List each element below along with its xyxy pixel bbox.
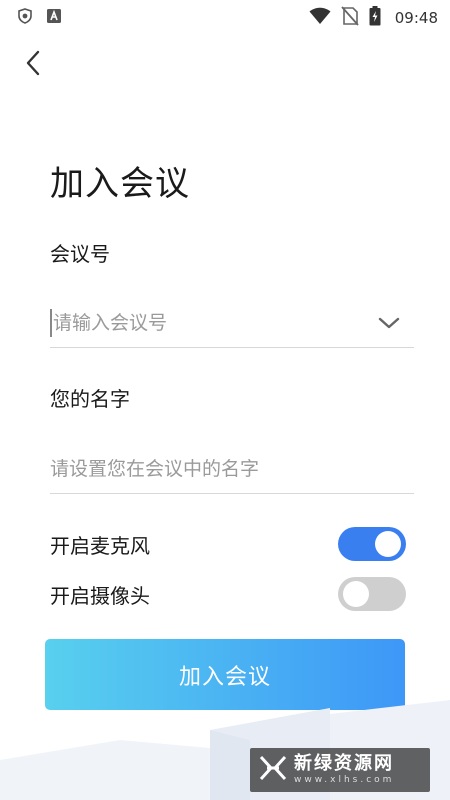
page-title: 加入会议	[50, 164, 190, 204]
wifi-icon	[309, 7, 331, 29]
battery-charging-icon	[369, 6, 381, 30]
meeting-id-label: 会议号	[50, 242, 110, 266]
camera-toggle[interactable]	[338, 577, 406, 611]
microphone-toggle[interactable]	[338, 527, 406, 561]
app-a-icon	[46, 8, 62, 28]
name-label: 您的名字	[50, 387, 130, 411]
microphone-label: 开启麦克风	[50, 533, 150, 558]
status-left	[18, 8, 62, 28]
watermark: 新绿资源网 www.xlhs.com	[250, 748, 430, 792]
name-input[interactable]	[50, 448, 370, 489]
watermark-sub: www.xlhs.com	[294, 775, 395, 785]
watermark-text: 新绿资源网 www.xlhs.com	[294, 755, 394, 785]
status-time: 09:48	[394, 9, 438, 27]
no-sim-icon	[341, 6, 359, 30]
watermark-main: 新绿资源网	[294, 753, 394, 774]
meeting-id-field-wrap	[50, 298, 414, 348]
name-field-wrap	[50, 444, 414, 494]
shield-icon	[18, 8, 32, 28]
status-right: 09:48	[309, 6, 438, 30]
camera-label: 开启摄像头	[50, 583, 150, 608]
back-button[interactable]	[18, 50, 48, 80]
chevron-down-icon[interactable]	[376, 310, 402, 336]
chevron-left-icon	[25, 50, 41, 80]
toggle-knob	[375, 531, 401, 557]
microphone-row: 开启麦克风	[50, 526, 406, 562]
status-bar: 09:48	[0, 0, 450, 36]
toggle-knob	[343, 581, 369, 607]
meeting-id-input[interactable]	[53, 302, 373, 343]
text-caret	[50, 308, 52, 337]
camera-row: 开启摄像头	[50, 576, 406, 612]
watermark-logo-icon	[258, 753, 288, 787]
